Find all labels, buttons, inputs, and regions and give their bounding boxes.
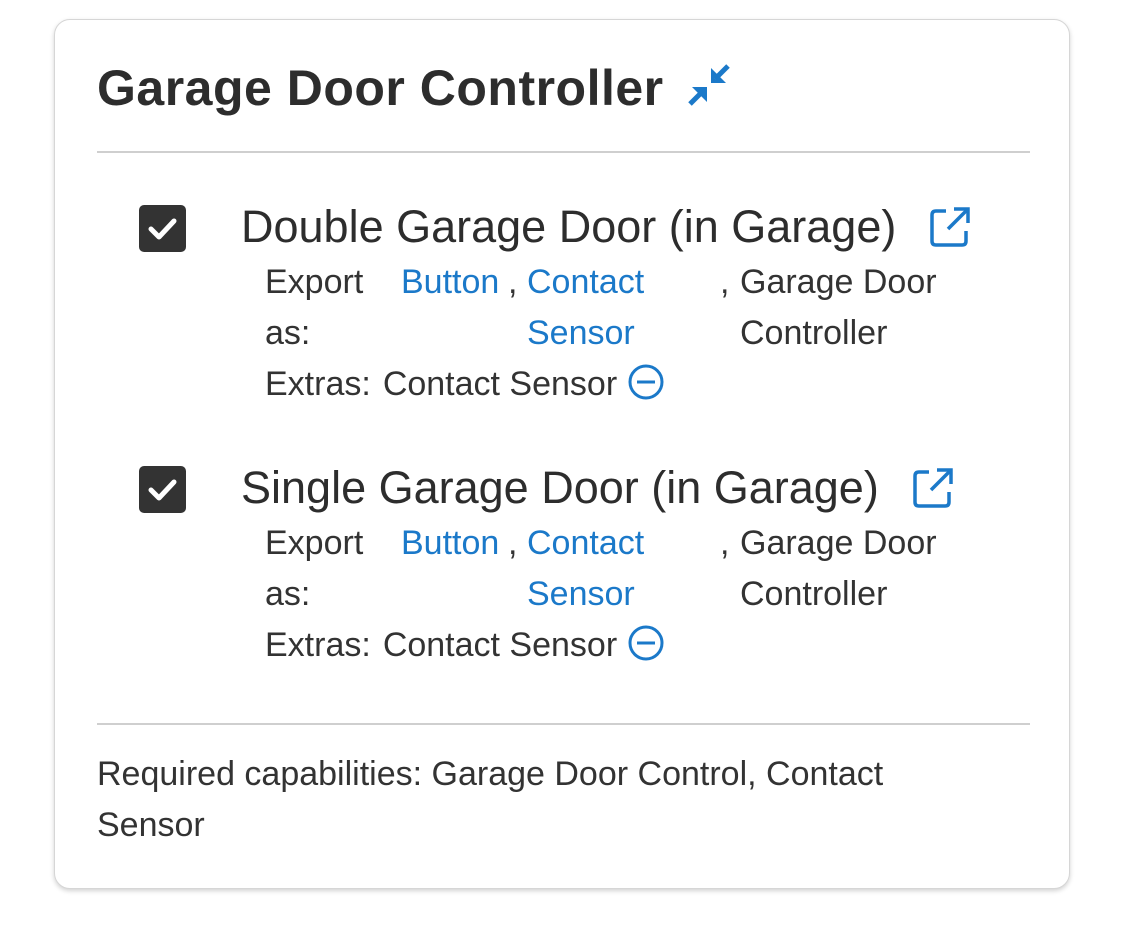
extras-label: Extras: [265,626,371,664]
separator: , [720,524,730,562]
export-garage-door-controller: Garage Door Controller [740,524,937,613]
export-link-button[interactable]: Button [401,518,499,569]
export-link-contact-sensor[interactable]: Contact Sensor [527,518,677,620]
footer-divider [97,723,1030,725]
collapse-arrows-icon[interactable] [684,60,734,110]
header-divider [97,151,1030,153]
export-as-label: Export as: [265,524,364,613]
required-capabilities: Required capabilities: Garage Door Contr… [97,755,884,844]
extras-row: Extras: Contact Sensor [265,359,665,410]
checkmark-icon [148,479,177,501]
separator: , [508,263,518,301]
remove-circle-icon[interactable] [627,624,665,662]
separator: , [720,263,730,301]
card-header: Garage Door Controller [97,58,734,118]
device-name[interactable]: Single Garage Door (in Garage) [241,462,879,514]
open-external-icon[interactable] [928,205,972,249]
device-checkbox[interactable] [139,466,186,513]
extras-value: Contact Sensor [382,626,618,664]
export-garage-door-controller: Garage Door Controller [740,263,937,352]
separator: , [508,524,518,562]
device-name[interactable]: Double Garage Door (in Garage) [241,201,896,253]
remove-circle-icon[interactable] [627,363,665,401]
export-link-contact-sensor[interactable]: Contact Sensor [527,257,677,359]
export-as-label: Export as: [265,263,364,352]
extras-label: Extras: [265,365,371,403]
checkmark-icon [148,218,177,240]
extras-value: Contact Sensor [382,365,618,403]
export-link-button[interactable]: Button [401,257,499,308]
open-external-icon[interactable] [911,466,955,510]
device-name-row: Double Garage Door (in Garage) [241,201,972,253]
device-name-row: Single Garage Door (in Garage) [241,462,955,514]
device-card: Garage Door Controller Double Garage Doo… [54,19,1070,889]
card-title: Garage Door Controller [97,60,664,116]
device-checkbox[interactable] [139,205,186,252]
extras-row: Extras: Contact Sensor [265,620,665,671]
